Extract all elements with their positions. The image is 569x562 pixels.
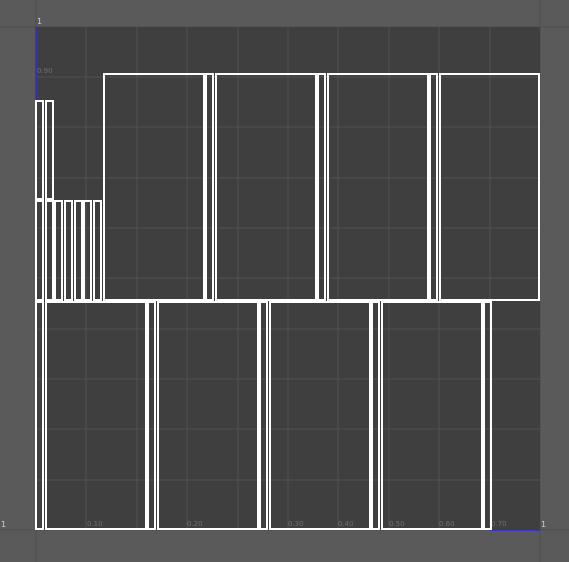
grid-label: 0.50 bbox=[389, 520, 405, 528]
corner-label-bottom-left: 1 bbox=[1, 520, 6, 529]
grid-label: 0.10 bbox=[87, 520, 103, 528]
grid-label: 0.20 bbox=[187, 520, 203, 528]
corner-label-top-left: 1 bbox=[37, 17, 42, 26]
grid-label: 0.70 bbox=[491, 520, 507, 528]
grid-label: 0.90 bbox=[37, 67, 53, 75]
corner-label-bottom-right: 1 bbox=[541, 520, 546, 529]
uv-editor-viewport[interactable]: 0.90 0.10 0.20 0.30 0.40 0.50 0.60 0.70 bbox=[0, 0, 569, 562]
grid-label: 0.60 bbox=[439, 520, 455, 528]
grid-label: 0.40 bbox=[338, 520, 354, 528]
grid-label: 0.30 bbox=[288, 520, 304, 528]
